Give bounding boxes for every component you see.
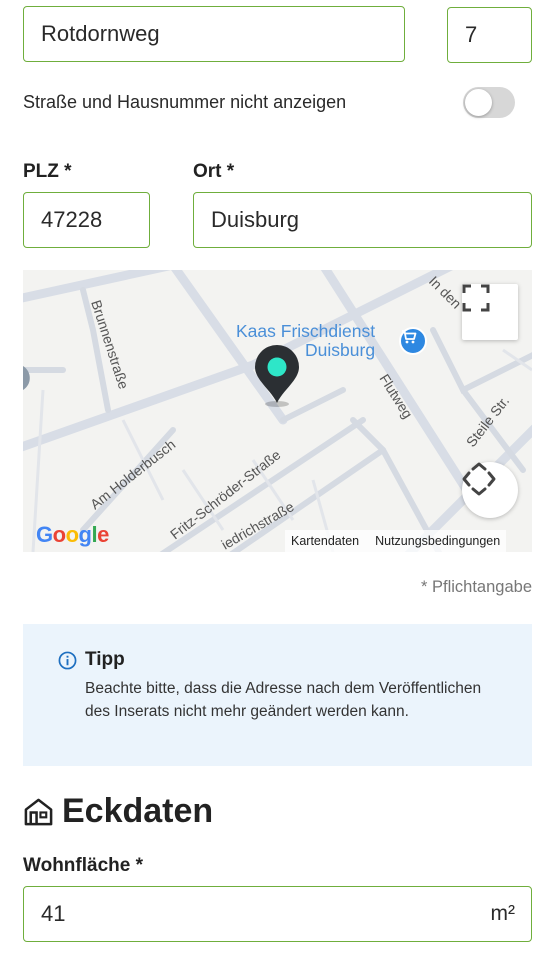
toggle-knob (465, 88, 492, 116)
pin-dot (267, 357, 287, 377)
house-number-input[interactable]: 7 (447, 7, 532, 63)
hide-address-label: Straße und Hausnummer nicht anzeigen (23, 91, 347, 112)
poi-name-line2: Duisburg (305, 340, 376, 360)
poi-name-line1: Kaas Frischdienst (236, 321, 376, 341)
terms-link[interactable]: Nutzungsbedingungen (375, 534, 500, 548)
street-input[interactable]: Rotdornweg (23, 6, 405, 62)
section-title: Eckdaten (62, 792, 214, 830)
city-label: Ort * (193, 161, 235, 182)
info-icon (58, 651, 77, 670)
house-icon (24, 798, 53, 826)
plz-label: PLZ * (23, 161, 72, 182)
hide-address-toggle[interactable] (463, 86, 515, 118)
map-data-link[interactable]: Kartendaten (291, 534, 359, 548)
living-area-value: 41 (41, 901, 66, 926)
plz-input[interactable]: 47228 (23, 192, 150, 248)
street-label-in-den: In den (426, 273, 465, 312)
living-area-label: Wohnfläche * (23, 855, 143, 876)
map[interactable]: Brunnenstraße Am Holderbusch Fritz-Schrö… (23, 270, 532, 552)
tip-title: Tipp (85, 649, 125, 670)
fullscreen-button[interactable] (462, 284, 518, 340)
hide-address-row: Straße und Hausnummer nicht anzeigen (23, 82, 515, 122)
city-input[interactable]: Duisburg (193, 192, 532, 248)
street-label-holderbusch: Am Holderbusch (87, 436, 178, 512)
shopping-cart-icon[interactable] (399, 327, 427, 355)
recenter-icon (462, 462, 496, 496)
section-header: Eckdaten (23, 792, 213, 831)
living-area-unit: m² (490, 902, 516, 925)
plz-value: 47228 (41, 207, 103, 232)
required-note: * Pflichtangabe (421, 578, 532, 596)
map-footer: Kartendaten Nutzungsbedingungen (285, 530, 507, 552)
google-logo: Google (36, 522, 109, 547)
tip-box: Tipp Beachte bitte, dass die Adresse nac… (23, 624, 532, 766)
tip-text: Beachte bitte, dass die Adresse nach dem… (85, 680, 482, 720)
fullscreen-icon (462, 284, 490, 312)
city-value: Duisburg (211, 207, 300, 232)
street-input-value: Rotdornweg (41, 21, 160, 46)
poi-label[interactable]: Kaas Frischdienst Duisburg (236, 322, 375, 360)
map-streets: Brunnenstraße Am Holderbusch Fritz-Schrö… (23, 270, 532, 552)
house-number-value: 7 (465, 22, 478, 47)
recenter-button[interactable] (462, 462, 518, 518)
living-area-input[interactable]: 41 m² (23, 886, 532, 942)
